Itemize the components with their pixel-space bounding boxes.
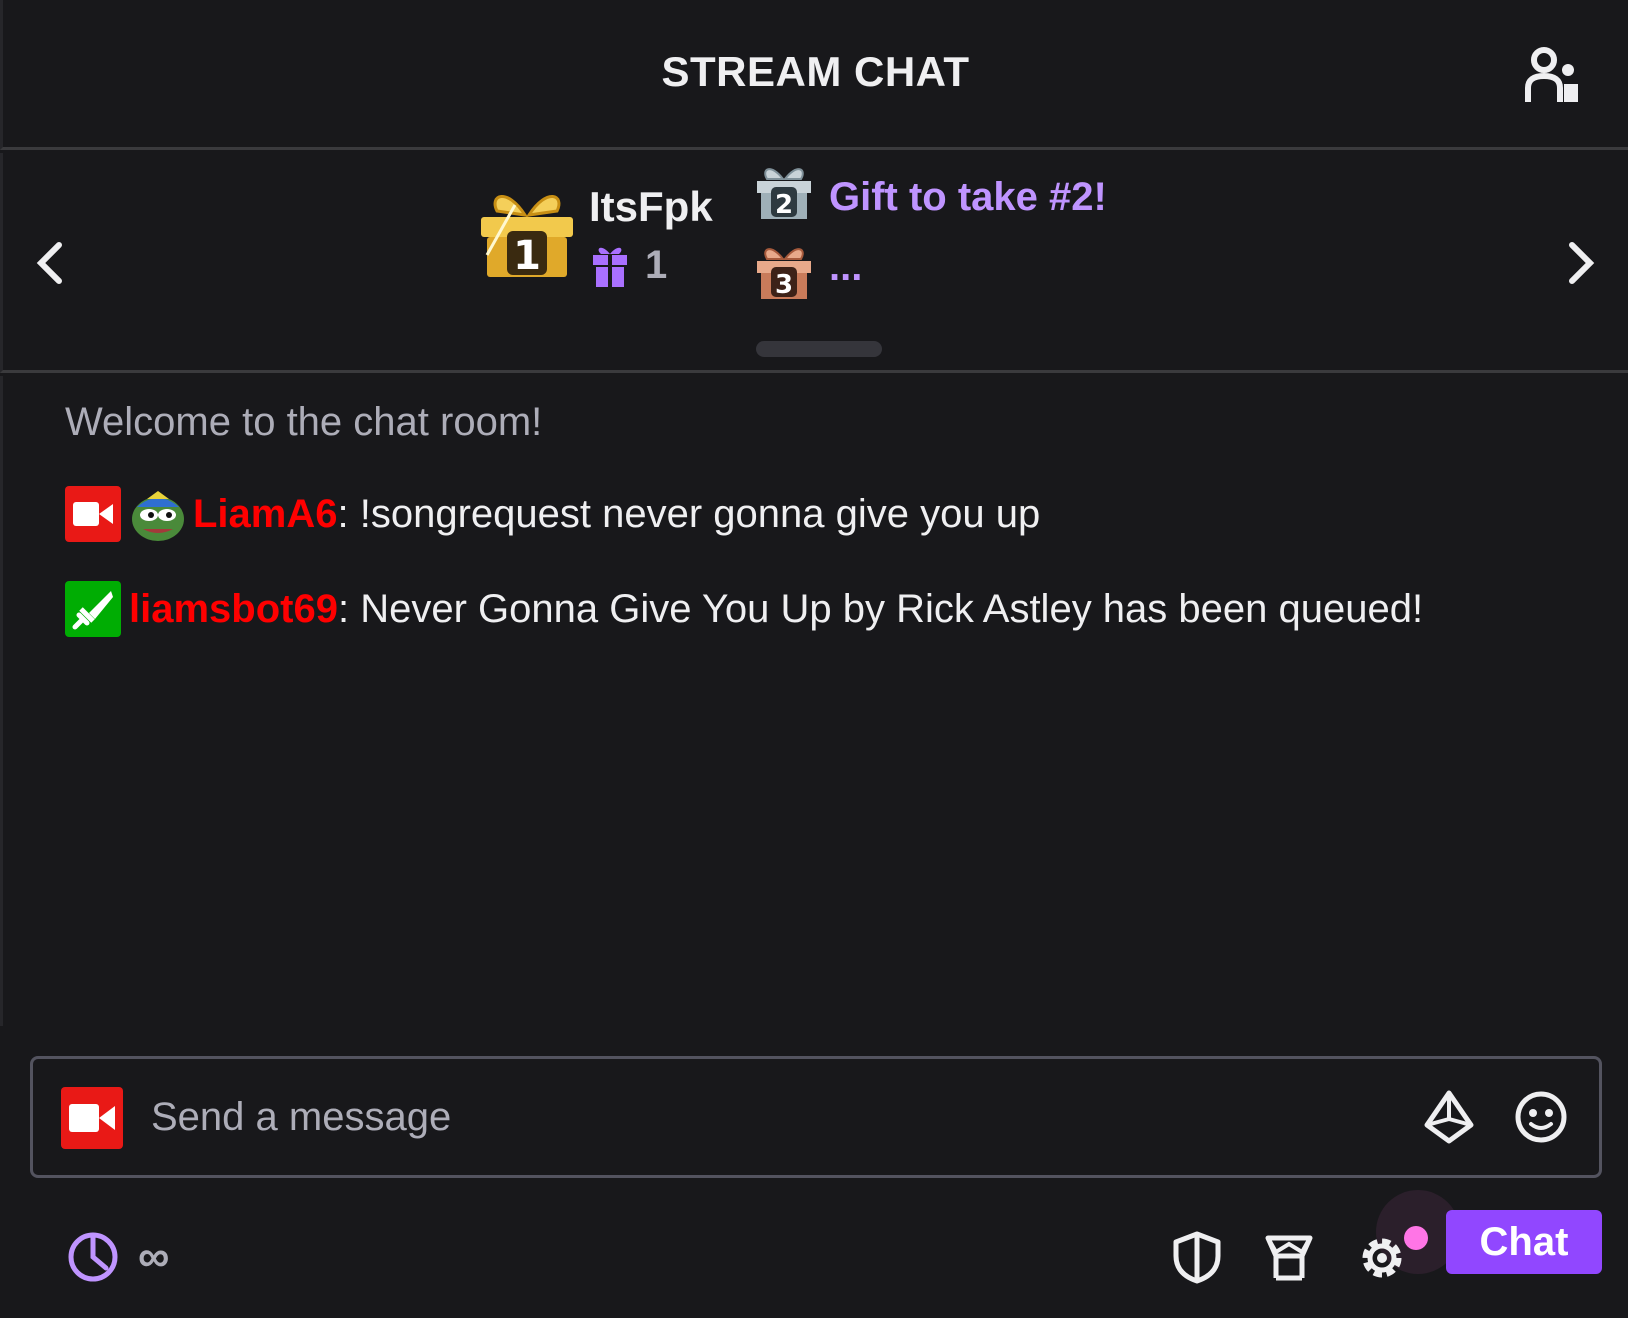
- shield-icon[interactable]: [1172, 1230, 1222, 1284]
- chat-button[interactable]: Chat: [1446, 1210, 1602, 1274]
- gift-icon: [593, 247, 627, 287]
- page-title: STREAM CHAT: [661, 48, 970, 95]
- prime-icon[interactable]: [1262, 1230, 1316, 1284]
- infinity-label: ∞: [138, 1232, 170, 1281]
- svg-text:3: 3: [775, 270, 793, 300]
- message-text: !songrequest never gonna give you up: [348, 491, 1041, 536]
- message-text: Never Gonna Give You Up by Rick Astley h…: [349, 586, 1424, 631]
- gift-leaderboard: 1 ItsFpk 1 2 Gift to take #2! 3 ...: [0, 153, 1628, 373]
- broadcaster-badge-icon[interactable]: [65, 486, 121, 542]
- svg-text:1: 1: [513, 233, 541, 279]
- gear-icon[interactable]: [1354, 1230, 1410, 1286]
- svg-text:2: 2: [775, 190, 793, 220]
- carousel-scroll-indicator[interactable]: [756, 341, 882, 357]
- community-icon[interactable]: [1522, 44, 1586, 108]
- gift-to-take-2: Gift to take #2!: [829, 175, 1107, 219]
- notification-dot: [1404, 1226, 1428, 1250]
- message-input[interactable]: [151, 1085, 1321, 1149]
- message-separator: :: [337, 586, 350, 631]
- gift-rank-3-icon: 3: [757, 248, 811, 300]
- moderator-badge-icon[interactable]: [65, 581, 121, 637]
- gift-rank-1-icon: 1: [481, 195, 573, 279]
- message-input-container[interactable]: [30, 1056, 1602, 1178]
- chat-username[interactable]: LiamA6: [193, 492, 338, 537]
- welcome-message: Welcome to the chat room!: [65, 400, 543, 444]
- bits-icon[interactable]: [1421, 1089, 1477, 1145]
- chat-header: STREAM CHAT: [0, 0, 1628, 150]
- chat-footer: ∞ Chat: [0, 1190, 1628, 1318]
- gift-rank-3-label: ...: [829, 245, 863, 289]
- pepe-emote-icon[interactable]: [129, 485, 187, 543]
- gift-rank-2-icon: 2: [757, 168, 811, 220]
- message-separator: :: [337, 491, 349, 536]
- chat-message[interactable]: LiamA6: !songrequest never gonna give yo…: [65, 484, 1040, 544]
- leader-name: ItsFpk: [589, 183, 713, 230]
- chat-message[interactable]: liamsbot69: Never Gonna Give You Up by R…: [65, 579, 1423, 639]
- gift-count: 1: [645, 243, 668, 287]
- chat-messages: Welcome to the chat room! LiamA6: !songr…: [0, 376, 1628, 1026]
- chevron-left-icon[interactable]: [25, 233, 75, 293]
- chat-username[interactable]: liamsbot69: [129, 587, 338, 632]
- smiley-icon[interactable]: [1513, 1089, 1569, 1145]
- timer-icon[interactable]: [66, 1230, 120, 1284]
- chevron-right-icon[interactable]: [1556, 233, 1606, 293]
- broadcaster-badge-icon[interactable]: [61, 1087, 123, 1149]
